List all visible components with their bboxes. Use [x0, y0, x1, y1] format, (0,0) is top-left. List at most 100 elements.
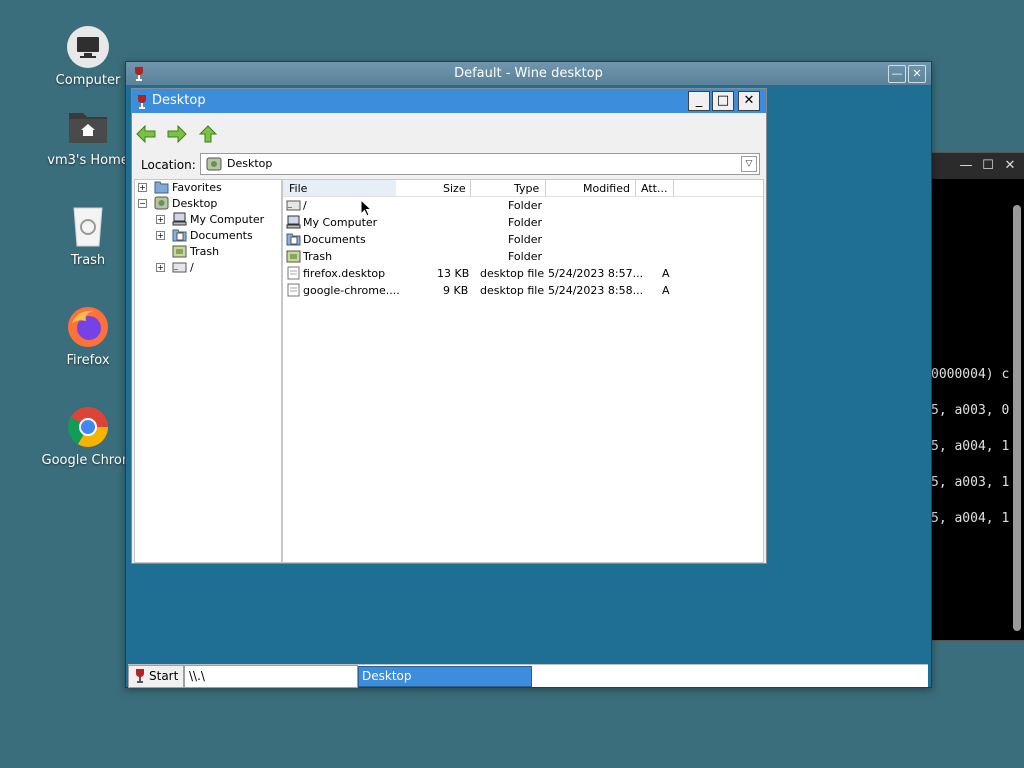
- documents-icon: [172, 228, 187, 242]
- tree-item-label: Trash: [190, 245, 220, 258]
- table-row[interactable]: / Folder: [283, 197, 763, 214]
- file-type: Folder: [508, 233, 542, 246]
- location-value: Desktop: [227, 157, 273, 170]
- chrome-icon: [66, 405, 110, 449]
- file-attributes: A: [662, 284, 670, 297]
- wine-glass-icon: [134, 66, 144, 81]
- taskbar-path[interactable]: \\.\: [184, 665, 358, 688]
- table-row[interactable]: google-chrome.... 9 KB desktop file 5/24…: [283, 282, 763, 299]
- file-size: 13 KB: [437, 267, 470, 280]
- table-row[interactable]: My Computer Folder: [283, 214, 763, 231]
- expander-icon[interactable]: +: [156, 231, 165, 240]
- column-header-type[interactable]: Type: [514, 182, 539, 195]
- taskbar-task-label: Desktop: [362, 669, 412, 683]
- folder-icon: [154, 180, 169, 194]
- wine-glass-icon: [135, 669, 145, 690]
- terminal-line: 5, a004, 1: [931, 439, 1010, 454]
- column-header-size[interactable]: Size: [443, 182, 466, 195]
- file-type: desktop file: [480, 267, 545, 280]
- column-divider[interactable]: [470, 180, 471, 196]
- file-name: google-chrome....: [303, 284, 400, 297]
- expander-icon[interactable]: +: [156, 263, 165, 272]
- folder-tree[interactable]: + Favorites − Desktop + My Computer + Do…: [134, 179, 282, 563]
- explorer-window[interactable]: Desktop _ □ ✕ Location: Desktop ▽ + Favo…: [131, 88, 767, 564]
- wine-glass-icon: [137, 94, 147, 118]
- terminal-line: 5, a003, 0: [931, 403, 1010, 418]
- file-attributes: A: [662, 267, 670, 280]
- file-icon: [286, 266, 301, 280]
- file-icon: [286, 283, 301, 297]
- drive-icon: [286, 198, 301, 212]
- terminal-titlebar[interactable]: — ☐ ✕: [931, 153, 1024, 179]
- file-size: 9 KB: [443, 284, 469, 297]
- terminal-line: 0000004) c: [931, 367, 1010, 382]
- file-type: Folder: [508, 250, 542, 263]
- wine-minimize-button[interactable]: —: [888, 65, 906, 83]
- location-combobox[interactable]: Desktop ▽: [200, 153, 760, 175]
- file-type: Folder: [508, 216, 542, 229]
- file-type: Folder: [508, 199, 542, 212]
- tree-item-label: Desktop: [172, 197, 218, 210]
- mouse-cursor-icon: [360, 198, 373, 220]
- column-divider[interactable]: [545, 180, 546, 196]
- computer-icon: [66, 25, 110, 69]
- explorer-title: Desktop: [152, 93, 206, 108]
- file-name: Documents: [303, 233, 366, 246]
- column-header-attributes[interactable]: Att...: [641, 182, 667, 195]
- wine-taskbar: Start \\.\ Desktop: [128, 664, 928, 688]
- terminal-line: 5, a003, 1: [931, 475, 1010, 490]
- file-modified: 5/24/2023 8:57...: [548, 267, 644, 280]
- expander-icon[interactable]: +: [138, 183, 147, 192]
- chevron-down-icon[interactable]: ▽: [741, 156, 757, 172]
- wine-window-title: Default - Wine desktop: [454, 66, 603, 81]
- file-name: /: [303, 199, 307, 212]
- wine-close-button[interactable]: ✕: [908, 65, 926, 83]
- explorer-titlebar[interactable]: Desktop _ □ ✕: [132, 89, 766, 113]
- tree-item-label: Documents: [190, 229, 253, 242]
- column-header-modified[interactable]: Modified: [583, 182, 630, 195]
- terminal-minimize-button[interactable]: —: [957, 157, 975, 175]
- table-row[interactable]: Documents Folder: [283, 231, 763, 248]
- terminal-close-button[interactable]: ✕: [1001, 157, 1019, 175]
- drive-icon: [172, 260, 187, 274]
- tree-item-label: /: [190, 261, 194, 274]
- trash-icon: [66, 205, 110, 249]
- explorer-minimize-button[interactable]: _: [688, 91, 710, 111]
- start-button[interactable]: Start: [128, 665, 184, 688]
- taskbar-task-desktop[interactable]: Desktop: [358, 666, 532, 687]
- column-divider[interactable]: [673, 180, 674, 196]
- expander-icon[interactable]: +: [156, 215, 165, 224]
- file-list[interactable]: File Size Type Modified Att... / Folder …: [282, 179, 764, 563]
- taskbar-path-text: \\.\: [189, 669, 205, 683]
- desktop-folder-icon: [154, 196, 169, 210]
- trash-icon: [286, 249, 301, 263]
- tree-item-label: Favorites: [172, 181, 222, 194]
- explorer-maximize-button[interactable]: □: [712, 91, 734, 111]
- terminal-window[interactable]: — ☐ ✕ 0000004) c 5, a003, 0 5, a004, 1 5…: [930, 152, 1024, 641]
- start-label: Start: [149, 669, 179, 683]
- terminal-maximize-button[interactable]: ☐: [979, 157, 997, 175]
- documents-icon: [286, 232, 301, 246]
- trash-icon: [172, 244, 187, 258]
- firefox-icon: [66, 305, 110, 349]
- terminal-scrollbar[interactable]: [1013, 205, 1021, 631]
- file-type: desktop file: [480, 284, 545, 297]
- column-header-file[interactable]: File: [289, 182, 307, 195]
- file-name: Trash: [303, 250, 333, 263]
- explorer-close-button[interactable]: ✕: [738, 91, 760, 111]
- back-arrow-icon[interactable]: [136, 124, 156, 144]
- wine-desktop-window[interactable]: Default - Wine desktop — ✕ Desktop _ □ ✕: [125, 61, 932, 688]
- up-arrow-icon[interactable]: [198, 125, 218, 143]
- forward-arrow-icon[interactable]: [167, 124, 187, 144]
- file-list-header: File Size Type Modified Att...: [283, 180, 763, 197]
- table-row[interactable]: firefox.desktop 13 KB desktop file 5/24/…: [283, 265, 763, 282]
- table-row[interactable]: Trash Folder: [283, 248, 763, 265]
- column-divider[interactable]: [635, 180, 636, 196]
- expander-icon[interactable]: −: [138, 199, 147, 208]
- terminal-line: 5, a004, 1: [931, 511, 1010, 526]
- home-folder-icon: [66, 105, 110, 149]
- file-modified: 5/24/2023 8:58...: [548, 284, 644, 297]
- desktop-folder-icon: [206, 156, 222, 175]
- wine-titlebar[interactable]: Default - Wine desktop — ✕: [126, 62, 931, 85]
- tree-item-label: My Computer: [190, 213, 265, 226]
